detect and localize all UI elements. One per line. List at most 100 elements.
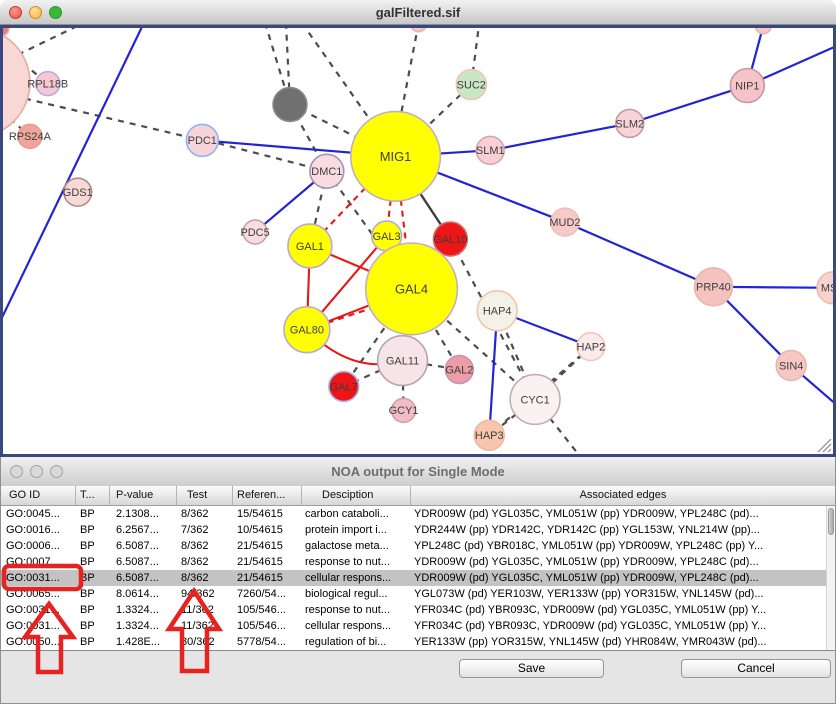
network-window-title: galFiltered.sif: [0, 0, 836, 25]
cell-test: 94/362: [177, 586, 233, 602]
node[interactable]: [3, 28, 30, 137]
cell-description: response to nut...: [302, 602, 411, 618]
cell-p_value: 8.0614...: [110, 586, 177, 602]
node-label: SUC2: [457, 79, 486, 91]
vertical-scrollbar[interactable]: [826, 506, 835, 650]
noa-output-window: NOA output for Single Mode GO ID T... P-…: [0, 457, 836, 704]
cell-p_value: 2.1308...: [110, 506, 177, 522]
cell-test: 8/362: [177, 538, 233, 554]
table-row[interactable]: GO:0031...BP6.5087...8/36221/54615cellul…: [1, 570, 835, 586]
resize-grip-icon[interactable]: [816, 439, 832, 453]
table-row[interactable]: GO:0031...BP1.3324...11/362105/546...res…: [1, 602, 835, 618]
cell-edges: YDR009W (pd) YGL035C, YML051W (pp) YDR00…: [411, 554, 835, 570]
node-label: SIN4: [779, 360, 803, 372]
screen: galFiltered.sif RPL18BRPS24AGDS1PDC1MIG1…: [0, 0, 836, 704]
cell-description: regulation of bi...: [302, 634, 411, 650]
cell-test: 80/362: [177, 634, 233, 650]
column-header-reference[interactable]: Referen...: [233, 486, 302, 505]
cell-edges: YFR034C (pd) YBR093C, YDR009W (pd) YGL03…: [411, 602, 835, 618]
edge: [490, 123, 629, 150]
cell-test: 8/362: [177, 570, 233, 586]
cell-reference: 105/546...: [233, 602, 302, 618]
cell-p_value: 6.5087...: [110, 538, 177, 554]
node[interactable]: [3, 28, 9, 36]
cancel-button[interactable]: Cancel: [681, 659, 831, 678]
node-label: RPS24A: [9, 131, 52, 143]
noa-window-title: NOA output for Single Mode: [1, 457, 835, 486]
cell-go_id: GO:0031...: [1, 570, 76, 586]
node-label: MIG1: [380, 149, 412, 164]
edge: [630, 86, 748, 124]
cell-reference: 105/546...: [233, 618, 302, 634]
node[interactable]: [755, 28, 771, 34]
node-label: HAP2: [577, 341, 606, 353]
cell-go_id: GO:0007...: [1, 554, 76, 570]
noa-window-titlebar: NOA output for Single Mode: [1, 457, 835, 487]
cell-edges: YER133W (pp) YOR315W, YNL145W (pd) YHR08…: [411, 634, 835, 650]
column-header-p-value[interactable]: P-value: [110, 486, 177, 505]
node-label: DMC1: [311, 166, 342, 178]
node-label: MUD2: [549, 217, 580, 229]
cell-edges: YFR034C (pd) YBR093C, YDR009W (pd) YGL03…: [411, 618, 835, 634]
node-label: SLM2: [615, 118, 644, 130]
scrollbar-thumb[interactable]: [828, 508, 834, 535]
node-label: PDC1: [188, 135, 217, 147]
cell-test: 8/362: [177, 554, 233, 570]
network-canvas[interactable]: RPL18BRPS24AGDS1PDC1MIG1DMC1SUC2SLM1SLM2…: [0, 25, 836, 457]
cell-p_value: 6.5087...: [110, 570, 177, 586]
cell-type: BP: [76, 554, 110, 570]
cell-go_id: GO:0045...: [1, 506, 76, 522]
network-window-titlebar: galFiltered.sif: [0, 0, 836, 25]
node[interactable]: [411, 28, 427, 32]
cell-reference: 10/54615: [233, 522, 302, 538]
cell-reference: 21/54615: [233, 538, 302, 554]
table-body: GO:0045...BP2.1308...8/36215/54615carbon…: [1, 506, 835, 651]
cell-reference: 15/54615: [233, 506, 302, 522]
node-label: GDS1: [63, 187, 93, 199]
cell-description: biological regul...: [302, 586, 411, 602]
table-row[interactable]: GO:0007...BP6.5087...8/36221/54615respon…: [1, 554, 835, 570]
node-label: SLM1: [476, 145, 505, 157]
table-row[interactable]: GO:0065...BP8.0614...94/3627260/54...bio…: [1, 586, 835, 602]
cell-reference: 21/54615: [233, 554, 302, 570]
network-graph[interactable]: RPL18BRPS24AGDS1PDC1MIG1DMC1SUC2SLM1SLM2…: [3, 28, 833, 454]
save-button[interactable]: Save: [459, 659, 604, 678]
cell-go_id: GO:0016...: [1, 522, 76, 538]
cell-p_value: 1.428E...: [110, 634, 177, 650]
cell-go_id: GO:0006...: [1, 538, 76, 554]
table-row[interactable]: GO:0016...BP6.2567...7/36210/54615protei…: [1, 522, 835, 538]
column-header-go-id[interactable]: GO ID: [1, 486, 76, 505]
cell-type: BP: [76, 586, 110, 602]
node-label: GCY1: [389, 405, 419, 417]
cell-p_value: 1.3324...: [110, 602, 177, 618]
table-row[interactable]: GO:0031...BP1.3324...11/362105/546...cel…: [1, 618, 835, 634]
cell-type: BP: [76, 602, 110, 618]
cell-type: BP: [76, 506, 110, 522]
cell-type: BP: [76, 538, 110, 554]
cell-edges: YDR009W (pd) YGL035C, YML051W (pp) YDR00…: [411, 506, 835, 522]
node-label: PRP40: [696, 282, 731, 294]
cell-go_id: GO:0031...: [1, 602, 76, 618]
cell-go_id: GO:0065...: [1, 586, 76, 602]
cell-description: cellular respons...: [302, 570, 411, 586]
column-header-type[interactable]: T...: [76, 486, 110, 505]
column-header-description[interactable]: Desciption: [302, 486, 411, 505]
column-header-associated-edges[interactable]: Associated edges: [411, 486, 835, 505]
table-row[interactable]: GO:0006...BP6.5087...8/36221/54615galact…: [1, 538, 835, 554]
edge: [25, 99, 202, 141]
cell-type: BP: [76, 570, 110, 586]
network-window: galFiltered.sif RPL18BRPS24AGDS1PDC1MIG1…: [0, 0, 836, 457]
table-row[interactable]: GO:0050...BP1.428E...80/3625778/54...reg…: [1, 634, 835, 650]
node-label: GAL11: [386, 355, 419, 367]
table-row[interactable]: GO:0045...BP2.1308...8/36215/54615carbon…: [1, 506, 835, 522]
cell-description: carbon cataboli...: [302, 506, 411, 522]
node-label: MSN: [821, 283, 833, 295]
cell-edges: YPL248C (pd) YBR018C, YML051W (pp) YDR00…: [411, 538, 835, 554]
node-label: GAL4: [395, 281, 428, 296]
cell-reference: 5778/54...: [233, 634, 302, 650]
node[interactable]: [273, 88, 307, 122]
cell-reference: 7260/54...: [233, 586, 302, 602]
node-label: GAL10: [433, 234, 467, 246]
cell-description: response to nut...: [302, 554, 411, 570]
column-header-test[interactable]: Test: [177, 486, 233, 505]
